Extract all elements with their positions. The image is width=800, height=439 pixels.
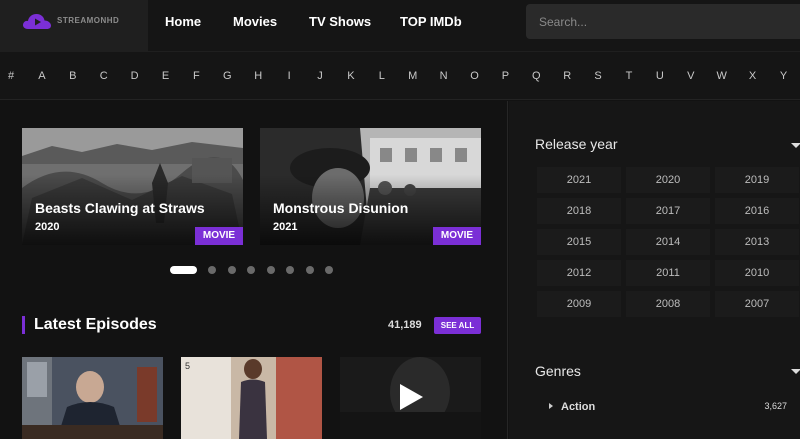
play-cloud-icon — [23, 14, 51, 29]
type-badge: MOVIE — [433, 227, 481, 245]
alphabet-letter-a[interactable]: A — [32, 70, 52, 82]
year-filter-2007[interactable]: 2007 — [715, 291, 799, 317]
alphabet-letter-s[interactable]: S — [588, 70, 608, 82]
caret-down-icon[interactable] — [791, 143, 800, 148]
alphabet-letter-h[interactable]: H — [248, 70, 268, 82]
alphabet-letter-p[interactable]: P — [495, 70, 515, 82]
year-filter-2018[interactable]: 2018 — [537, 198, 621, 224]
year-filter-2014[interactable]: 2014 — [626, 229, 710, 255]
episode-image — [22, 357, 163, 439]
section-title: Latest Episodes — [34, 316, 157, 333]
alphabet-letter-r[interactable]: R — [557, 70, 577, 82]
chevron-right-icon — [549, 403, 553, 409]
year-filter-2009[interactable]: 2009 — [537, 291, 621, 317]
year-filter-2019[interactable]: 2019 — [715, 167, 799, 193]
year-filter-2021[interactable]: 2021 — [537, 167, 621, 193]
caret-down-icon[interactable] — [791, 369, 800, 374]
svg-text:5: 5 — [185, 361, 190, 371]
top-header: STREAMONHD Home Movies TV Shows TOP IMDb — [0, 0, 800, 52]
nav-top-imdb[interactable]: TOP IMDb — [400, 14, 462, 29]
carousel-dot[interactable] — [325, 266, 333, 274]
alphabet-letter-k[interactable]: K — [341, 70, 361, 82]
featured-title: Beasts Clawing at Straws — [35, 200, 205, 216]
search-box — [526, 4, 800, 39]
featured-card[interactable]: Monstrous Disunion 2021 MOVIE — [260, 128, 481, 245]
alphabet-letter-j[interactable]: J — [310, 70, 330, 82]
genre-count: 3,627 — [764, 401, 787, 411]
carousel-dot[interactable] — [227, 266, 236, 274]
type-badge: MOVIE — [195, 227, 243, 245]
alphabet-letter-c[interactable]: C — [94, 70, 114, 82]
carousel-dot[interactable] — [208, 266, 216, 274]
carousel-dot[interactable] — [286, 266, 294, 274]
logo-text: STREAMONHD — [57, 16, 120, 25]
alphabet-letter-n[interactable]: N — [434, 70, 454, 82]
year-filter-2008[interactable]: 2008 — [626, 291, 710, 317]
nav-tv-shows[interactable]: TV Shows — [309, 14, 371, 29]
featured-title: Monstrous Disunion — [273, 200, 409, 216]
episode-image: 5 — [181, 357, 322, 439]
carousel-dot[interactable] — [305, 266, 314, 274]
see-all-button[interactable]: SEE ALL — [434, 317, 481, 334]
alphabet-letter-y[interactable]: Y — [774, 70, 794, 82]
year-filter-2012[interactable]: 2012 — [537, 260, 621, 286]
year-filter-2011[interactable]: 2011 — [626, 260, 710, 286]
episode-thumbnail[interactable]: 5 — [181, 357, 322, 439]
alphabet-letter-q[interactable]: Q — [526, 70, 546, 82]
alphabet-letter-i[interactable]: I — [279, 70, 299, 82]
main-content: Beasts Clawing at Straws 2020 MOVIE Mons… — [0, 101, 508, 439]
year-filter-2015[interactable]: 2015 — [537, 229, 621, 255]
alphabet-letter-e[interactable]: E — [156, 70, 176, 82]
genres-title: Genres — [535, 363, 581, 379]
year-filter-2020[interactable]: 2020 — [626, 167, 710, 193]
featured-card[interactable]: Beasts Clawing at Straws 2020 MOVIE — [22, 128, 243, 245]
alphabet-letter-d[interactable]: D — [125, 70, 145, 82]
alphabet-letter-x[interactable]: X — [743, 70, 763, 82]
carousel-dot[interactable] — [266, 266, 275, 274]
alphabet-letter-o[interactable]: O — [465, 70, 485, 82]
carousel-dot[interactable] — [170, 266, 197, 274]
alphabet-letter-hash[interactable]: # — [1, 70, 21, 82]
alphabet-letter-g[interactable]: G — [217, 70, 237, 82]
alphabet-letter-w[interactable]: W — [712, 70, 732, 82]
episode-count: 41,189 — [388, 319, 422, 331]
alphabet-letter-f[interactable]: F — [186, 70, 206, 82]
play-icon[interactable] — [398, 383, 424, 411]
featured-year: 2020 — [35, 221, 60, 233]
logo[interactable]: STREAMONHD — [0, 0, 148, 52]
alphabet-letter-l[interactable]: L — [372, 70, 392, 82]
nav-home[interactable]: Home — [165, 14, 201, 29]
alphabet-filter-bar: # A B C D E F G H I J K L M N O P Q R S T U V W X Y — [0, 52, 800, 100]
search-input[interactable] — [526, 4, 800, 39]
alphabet-letter-m[interactable]: M — [403, 70, 423, 82]
carousel-dot[interactable] — [247, 266, 255, 274]
year-filter-2010[interactable]: 2010 — [715, 260, 799, 286]
section-accent-bar — [22, 316, 25, 334]
episode-thumbnail[interactable] — [22, 357, 163, 439]
sidebar: Release year 2021 2020 2019 2018 2017 2016 201… — [509, 101, 800, 439]
nav-movies[interactable]: Movies — [233, 14, 277, 29]
year-filter-2013[interactable]: 2013 — [715, 229, 799, 255]
alphabet-letter-v[interactable]: V — [681, 70, 701, 82]
release-year-title: Release year — [535, 136, 618, 152]
featured-year: 2021 — [273, 221, 298, 233]
alphabet-letter-u[interactable]: U — [650, 70, 670, 82]
genre-name: Action — [561, 401, 596, 413]
year-filter-2016[interactable]: 2016 — [715, 198, 799, 224]
alphabet-letter-t[interactable]: T — [619, 70, 639, 82]
genre-item[interactable]: Action 3,627 — [549, 401, 789, 415]
alphabet-letter-b[interactable]: B — [63, 70, 83, 82]
episode-thumbnail[interactable] — [340, 357, 481, 439]
year-filter-2017[interactable]: 2017 — [626, 198, 710, 224]
